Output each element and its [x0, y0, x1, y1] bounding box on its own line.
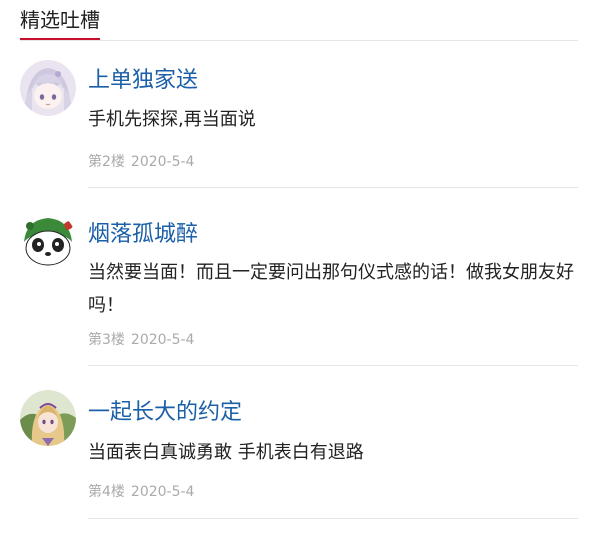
comment-username[interactable]: 烟落孤城醉 [88, 220, 198, 250]
comment-divider [88, 518, 578, 519]
section-header: 精选吐槽 [20, 0, 578, 41]
comment-divider [88, 365, 578, 366]
comment-username[interactable]: 上单独家送 [88, 66, 198, 96]
section-title: 精选吐槽 [20, 6, 100, 40]
comment-text: 当面表白真诚勇敢 手机表白有退路 [88, 442, 364, 463]
comment-date: 2020-5-4 [130, 484, 195, 500]
anime-blonde-avatar[interactable] [20, 390, 76, 446]
floor-label: 第2楼 [88, 154, 125, 170]
comment-text: 手机先探探,再当面说 [88, 109, 256, 130]
comment-meta: 第2楼 2020-5-4 [88, 152, 194, 172]
comment-username[interactable]: 一起长大的约定 [88, 398, 242, 428]
comment-divider [88, 187, 578, 188]
floor-label: 第3楼 [88, 332, 125, 348]
comment-date: 2020-5-4 [130, 332, 195, 348]
comment-meta: 第4楼 2020-5-4 [88, 482, 194, 502]
comment-date: 2020-5-4 [130, 154, 195, 170]
comment-meta: 第3楼 2020-5-4 [88, 330, 194, 350]
anime-girl-avatar[interactable] [20, 60, 76, 116]
comment-text: 当然要当面！而且一定要问出那句仪式感的话！做我女朋友好吗！ [88, 262, 574, 316]
floor-label: 第4楼 [88, 484, 125, 500]
panda-frog-avatar[interactable] [20, 212, 76, 268]
